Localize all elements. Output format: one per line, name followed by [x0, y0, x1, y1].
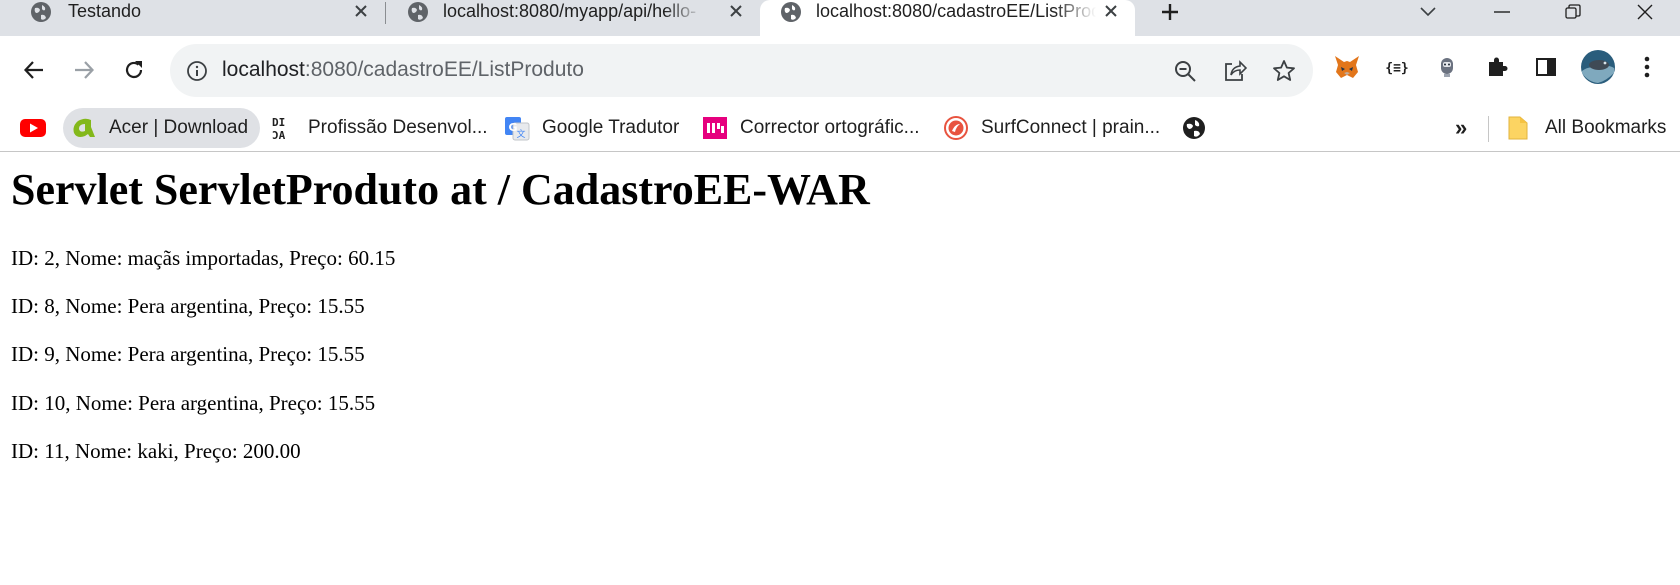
tab-title: Testando — [68, 1, 142, 21]
overflow-chevron-icon: » — [1455, 115, 1468, 140]
bookmark-profissao-desenvolvedor[interactable]: DI ƆA Profissão Desenvol... — [270, 108, 488, 148]
svg-text:{≡}: {≡} — [1385, 61, 1408, 76]
all-bookmarks-label: All Bookmarks — [1545, 117, 1667, 138]
tab-testando[interactable]: Testando — [0, 0, 385, 36]
acer-icon — [71, 115, 97, 141]
profile-avatar-icon[interactable] — [1580, 49, 1616, 85]
side-panel-icon[interactable] — [1531, 52, 1561, 82]
product-item: ID: 10, Nome: Pera argentina, Preço: 15.… — [11, 391, 376, 415]
reload-button[interactable] — [116, 52, 152, 88]
tab-strip: Testando localhost:8080/myapp/api/hello-… — [0, 0, 1680, 36]
restore-icon[interactable] — [1553, 0, 1593, 24]
forward-button[interactable] — [66, 52, 102, 88]
bookmark-label: Corrector ortográfic... — [740, 117, 920, 138]
bookmark-google-tradutor[interactable]: G文 Google Tradutor — [504, 108, 679, 148]
robot-extension-icon[interactable] — [1432, 52, 1462, 82]
globe-icon — [407, 1, 429, 23]
json-formatter-icon[interactable]: {≡} — [1382, 52, 1412, 82]
bookmark-surfconnect[interactable]: SurfConnect | prain... — [943, 108, 1160, 148]
close-window-icon[interactable] — [1625, 0, 1665, 24]
globe-icon — [780, 1, 802, 23]
bookmarks-overflow-button[interactable]: » — [1455, 108, 1467, 148]
back-button[interactable] — [16, 52, 52, 88]
zoom-icon[interactable] — [1172, 58, 1198, 84]
google-translate-icon: G文 — [504, 115, 530, 141]
page-content: Servlet ServletProduto at / CadastroEE-W… — [0, 153, 1680, 585]
minimize-icon[interactable] — [1482, 0, 1522, 24]
surfconnect-icon — [943, 115, 969, 141]
page-title: Servlet ServletProduto at / CadastroEE-W… — [11, 165, 870, 214]
address-bar[interactable]: localhost:8080/cadastroEE/ListProduto — [170, 44, 1313, 97]
product-item: ID: 8, Nome: Pera argentina, Preço: 15.5… — [11, 294, 365, 318]
tab-title: localhost:8080/myapp/api/hello- — [443, 1, 697, 21]
bookmark-label: Google Tradutor — [542, 117, 680, 138]
site-info-icon[interactable] — [186, 60, 208, 82]
globe-icon — [30, 1, 52, 23]
svg-text:文: 文 — [516, 128, 525, 140]
url-text: localhost:8080/cadastroEE/ListProduto — [222, 58, 584, 82]
bookmark-globe[interactable] — [1181, 108, 1207, 148]
new-tab-button[interactable] — [1157, 0, 1183, 24]
bookmark-label: Profissão Desenvol... — [308, 117, 488, 138]
bookmark-label: SurfConnect | prain... — [981, 117, 1161, 138]
bookmark-youtube[interactable] — [20, 108, 46, 148]
svg-text:ƆA: ƆA — [272, 129, 286, 141]
globe-icon — [1181, 115, 1207, 141]
tab-search-chevron-icon[interactable] — [1408, 0, 1448, 24]
product-item: ID: 9, Nome: Pera argentina, Preço: 15.5… — [11, 342, 365, 366]
bookmark-corrector-ortografico[interactable]: Corrector ortográfic... — [702, 108, 920, 148]
product-item: ID: 11, Nome: kaki, Preço: 200.00 — [11, 439, 301, 463]
toolbar: localhost:8080/cadastroEE/ListProduto {≡… — [0, 36, 1680, 104]
all-bookmarks-button[interactable]: All Bookmarks — [1505, 108, 1666, 148]
close-icon[interactable] — [1100, 0, 1122, 22]
close-icon[interactable] — [725, 0, 747, 22]
folder-icon — [1505, 115, 1531, 141]
bookmark-acer-download[interactable]: Acer | Download — [63, 108, 261, 148]
bookmarks-bar: Acer | Download DI ƆA Profissão Desenvol.… — [0, 104, 1680, 152]
tab-title: localhost:8080/cadastroEE/ListProduto — [816, 1, 1096, 21]
close-icon[interactable] — [350, 0, 372, 22]
tab-hello-api[interactable]: localhost:8080/myapp/api/hello- — [385, 0, 760, 36]
menu-kebab-icon[interactable] — [1632, 52, 1662, 82]
corrector-icon — [702, 115, 728, 141]
metamask-icon[interactable] — [1332, 52, 1362, 82]
svg-text:DI: DI — [272, 116, 285, 129]
share-icon[interactable] — [1222, 58, 1248, 84]
url-host: localhost — [222, 58, 305, 81]
product-item: ID: 2, Nome: maçãs importadas, Preço: 60… — [11, 246, 396, 270]
tab-list-produto[interactable]: localhost:8080/cadastroEE/ListProduto — [760, 0, 1135, 36]
youtube-icon — [20, 115, 46, 141]
url-path: :8080/cadastroEE/ListProduto — [304, 58, 584, 81]
dio-icon: DI ƆA — [270, 115, 296, 141]
bookmarks-divider — [1488, 116, 1489, 142]
bookmark-label: Acer | Download — [109, 117, 249, 138]
extensions-puzzle-icon[interactable] — [1482, 52, 1512, 82]
bookmark-star-icon[interactable] — [1271, 58, 1297, 84]
